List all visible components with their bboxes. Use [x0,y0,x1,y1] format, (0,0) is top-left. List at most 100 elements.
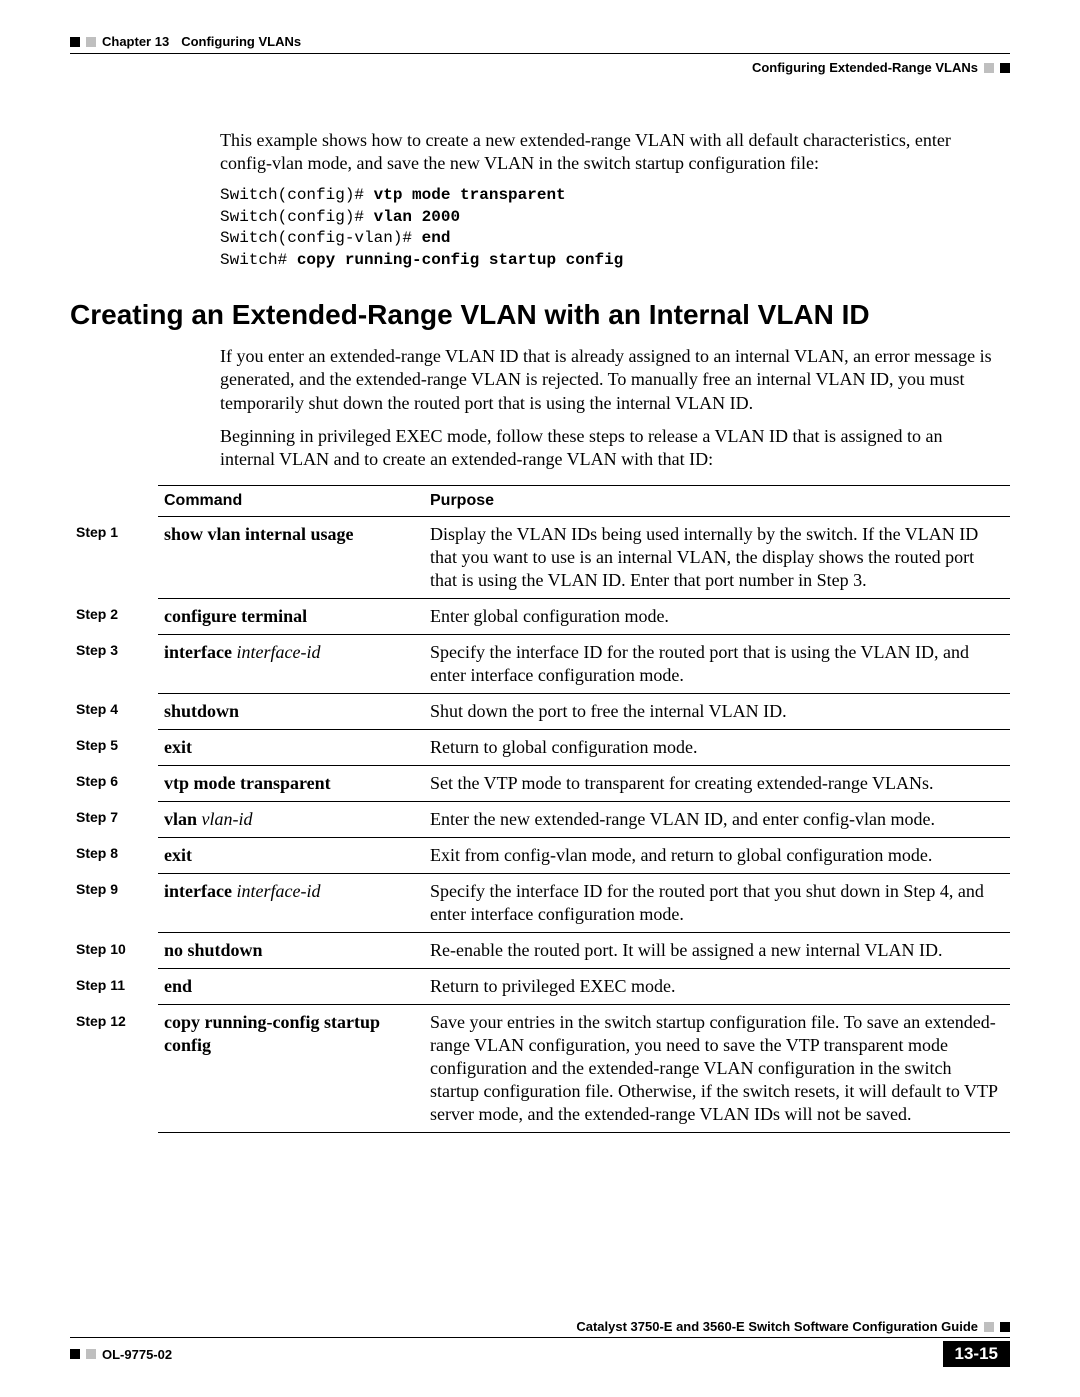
command-bold: exit [164,737,192,757]
section-body: If you enter an extended-range VLAN ID t… [220,345,1000,470]
running-header-left: Chapter 13 Configuring VLANs [70,34,1010,49]
command-arg: interface-id [232,642,320,662]
command-bold: show vlan internal usage [164,524,354,544]
page: Chapter 13 Configuring VLANs Configuring… [0,0,1080,1397]
cli-example: Switch(config)# vtp mode transparent Swi… [220,185,1000,271]
square-icon [86,37,96,47]
table-header-purpose: Purpose [424,485,1010,516]
table-row: Step 3interface interface-idSpecify the … [70,634,1010,693]
table-row: Step 4 shutdown Shut down the port to free… [70,693,1010,729]
table-header-command: Command [158,485,424,516]
table-row: Step 8 exit Exit from config-vlan mode, an… [70,837,1010,873]
square-icon [1000,63,1010,73]
page-number: 13-15 [943,1341,1010,1367]
cli-command: copy running-config startup config [297,251,623,269]
table-row: Step 10 no shutdown Re-enable the routed p… [70,933,1010,969]
purpose-cell: Exit from config-vlan mode, and return t… [424,837,1010,873]
command-bold: vlan [164,809,197,829]
command-bold: vtp mode transparent [164,773,331,793]
command-arg: interface-id [232,881,320,901]
step-label: Step 3 [70,634,158,693]
table-row: Step 9interface interface-idSpecify the … [70,873,1010,932]
running-header-right: Configuring Extended-Range VLANs [70,60,1010,75]
step-label: Step 9 [70,873,158,932]
square-icon [984,1322,994,1332]
purpose-cell: Specify the interface ID for the routed … [424,634,1010,693]
square-icon [1000,1322,1010,1332]
command-cell: show vlan internal usage [158,516,424,598]
square-icon [86,1349,96,1359]
table-row: Step 11endReturn to privileged EXEC mode… [70,969,1010,1005]
step-label: Step 10 [70,933,158,969]
step-label: Step 2 [70,598,158,634]
chapter-title: Configuring VLANs [181,34,301,49]
section-heading: Creating an Extended-Range VLAN with an … [70,299,1010,331]
step-label: Step 7 [70,801,158,837]
step-label: Step 5 [70,729,158,765]
step-label: Step 6 [70,765,158,801]
command-cell: no shutdown [158,933,424,969]
step-label: Step 1 [70,516,158,598]
command-cell: vlan vlan-id [158,801,424,837]
section-title-right: Configuring Extended-Range VLANs [752,60,978,75]
table-header-step [70,485,158,516]
purpose-cell: Save your entries in the switch startup … [424,1005,1010,1133]
command-cell: interface interface-id [158,634,424,693]
purpose-cell: Display the VLAN IDs being used internal… [424,516,1010,598]
purpose-cell: Set the VTP mode to transparent for crea… [424,765,1010,801]
command-cell: interface interface-id [158,873,424,932]
command-bold: no shutdown [164,940,263,960]
command-cell: copy running-config startup config [158,1005,424,1133]
command-cell: shutdown [158,693,424,729]
purpose-cell: Return to global configuration mode. [424,729,1010,765]
section-paragraph-1: If you enter an extended-range VLAN ID t… [220,345,1000,414]
purpose-cell: Enter global configuration mode. [424,598,1010,634]
step-label: Step 4 [70,693,158,729]
command-cell: exit [158,729,424,765]
cli-command: vtp mode transparent [374,186,566,204]
section-paragraph-2: Beginning in privileged EXEC mode, follo… [220,425,1000,471]
square-icon [70,1349,80,1359]
command-cell: vtp mode transparent [158,765,424,801]
chapter-number: Chapter 13 [102,34,169,49]
step-label: Step 11 [70,969,158,1005]
command-cell: end [158,969,424,1005]
table-row: Step 7vlan vlan-idEnter the new extended… [70,801,1010,837]
step-label: Step 8 [70,837,158,873]
purpose-cell: Enter the new extended-range VLAN ID, an… [424,801,1010,837]
intro-block: This example shows how to create a new e… [220,129,1000,271]
footer-guide-title: Catalyst 3750-E and 3560-E Switch Softwa… [576,1319,978,1334]
intro-paragraph: This example shows how to create a new e… [220,129,1000,175]
command-bold: exit [164,845,192,865]
command-cell: configure terminal [158,598,424,634]
footer-rule [70,1337,1010,1338]
command-bold: configure terminal [164,606,307,626]
square-icon [984,63,994,73]
cli-prompt: Switch# [220,251,297,269]
command-bold: end [164,976,192,996]
square-icon [70,37,80,47]
cli-prompt: Switch(config-vlan)# [220,229,422,247]
command-cell: exit [158,837,424,873]
steps-table: Command Purpose Step 1 show vlan internal… [70,485,1010,1134]
footer-doc-id: OL-9775-02 [102,1347,172,1362]
table-row: Step 12copy running-config startup confi… [70,1005,1010,1133]
purpose-cell: Re-enable the routed port. It will be as… [424,933,1010,969]
purpose-cell: Shut down the port to free the internal … [424,693,1010,729]
command-bold: shutdown [164,701,239,721]
page-footer: Catalyst 3750-E and 3560-E Switch Softwa… [70,1319,1010,1367]
purpose-cell: Specify the interface ID for the routed … [424,873,1010,932]
cli-prompt: Switch(config)# [220,208,374,226]
table-header-row: Command Purpose [70,485,1010,516]
table-row: Step 1 show vlan internal usage Display th… [70,516,1010,598]
command-bold: interface [164,642,232,662]
footer-bottom-row: OL-9775-02 13-15 [70,1341,1010,1367]
cli-command: end [422,229,451,247]
step-label: Step 12 [70,1005,158,1133]
footer-guide-title-row: Catalyst 3750-E and 3560-E Switch Softwa… [70,1319,1010,1334]
command-bold: copy running-config startup config [164,1012,380,1055]
table-row: Step 5 exit Return to global configuration… [70,729,1010,765]
header-rule [70,53,1010,54]
command-arg: vlan-id [197,809,253,829]
cli-command: vlan 2000 [374,208,460,226]
